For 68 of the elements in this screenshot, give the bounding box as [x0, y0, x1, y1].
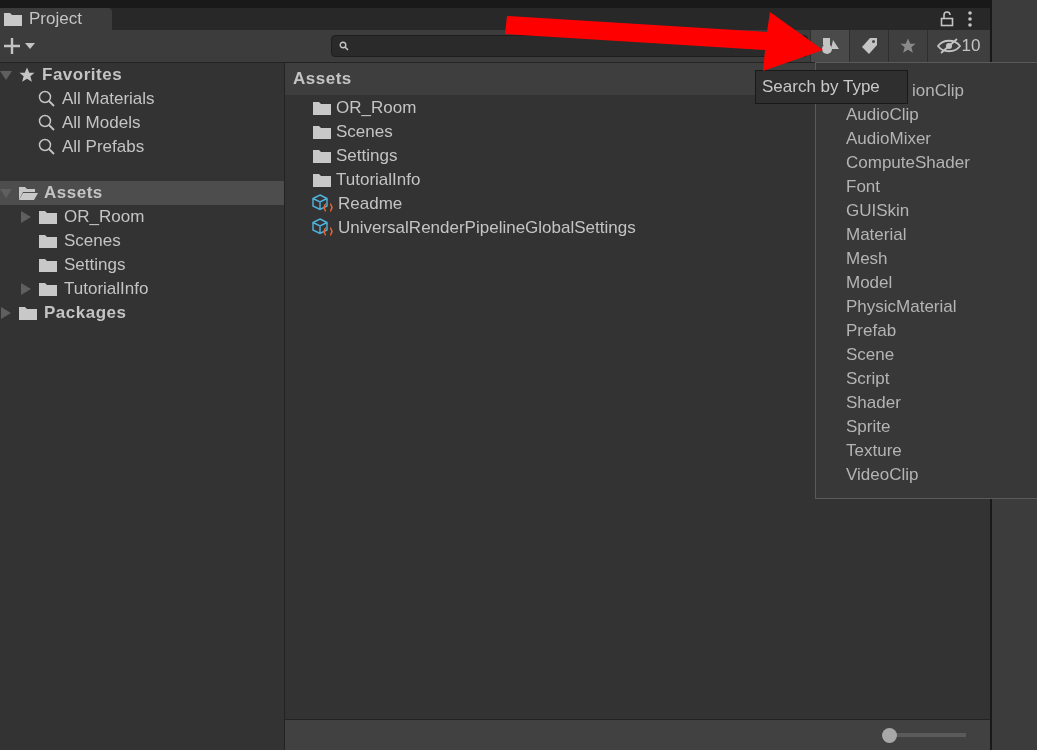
tooltip: Search by Type: [755, 70, 908, 104]
tree-label: Assets: [44, 182, 103, 205]
tree-row[interactable]: Assets: [0, 181, 284, 205]
menu-item[interactable]: Mesh: [846, 246, 888, 272]
tree-item[interactable]: Scenes: [64, 228, 121, 254]
shapes-icon: [820, 37, 840, 55]
settings-asset-icon: [312, 194, 334, 214]
menu-item[interactable]: ComputeShader: [846, 150, 970, 176]
search-icon: [38, 90, 56, 108]
menu-item[interactable]: Script: [846, 366, 890, 392]
settings-asset-icon: [312, 218, 334, 238]
asset-item[interactable]: Settings: [336, 143, 398, 169]
tree-item[interactable]: All Prefabs: [62, 134, 145, 160]
tree-label: Packages: [44, 302, 127, 325]
asset-item[interactable]: Readme: [338, 191, 403, 217]
open-folder-icon: [18, 185, 38, 201]
folder-icon: [312, 148, 332, 164]
asset-item[interactable]: OR_Room: [336, 95, 417, 121]
tree-item[interactable]: Settings: [64, 252, 126, 278]
asset-item[interactable]: Scenes: [336, 119, 393, 145]
asset-item[interactable]: TutorialInfo: [336, 167, 421, 193]
tag-icon: [860, 37, 878, 55]
tree-item[interactable]: All Models: [62, 110, 141, 136]
asset-item[interactable]: UniversalRenderPipelineGlobalSettings: [338, 215, 636, 241]
folder-icon: [38, 281, 58, 297]
menu-item[interactable]: Shader: [846, 390, 901, 416]
folder-icon: [312, 100, 332, 116]
menu-item[interactable]: Sprite: [846, 414, 891, 440]
menu-item[interactable]: Material: [846, 222, 907, 248]
folder-icon: [38, 233, 58, 249]
menu-item[interactable]: Model: [846, 270, 893, 296]
tree-item[interactable]: All Materials: [62, 86, 155, 112]
menu-item[interactable]: GUISkin: [846, 198, 910, 224]
menu-item[interactable]: AudioClip: [846, 102, 919, 128]
menu-item[interactable]: AudioMixer: [846, 126, 932, 152]
menu-item[interactable]: VideoClip: [846, 462, 919, 488]
plus-icon: [3, 37, 21, 55]
tree-row[interactable]: Favorites: [0, 63, 284, 87]
search-icon: [339, 41, 349, 51]
folder-icon: [312, 124, 332, 140]
menu-item[interactable]: Texture: [846, 438, 902, 464]
slider-thumb[interactable]: [882, 727, 897, 743]
star-icon: [899, 37, 917, 55]
folder-icon: [3, 11, 23, 27]
zoom-slider[interactable]: [882, 727, 966, 743]
tree-item[interactable]: TutorialInfo: [64, 276, 149, 302]
folder-icon: [312, 172, 332, 188]
more-options-icon[interactable]: [968, 11, 972, 27]
tree-item[interactable]: OR_Room: [64, 204, 145, 230]
lock-icon[interactable]: [940, 11, 954, 27]
search-icon: [38, 138, 56, 156]
menu-item[interactable]: Prefab: [846, 318, 897, 344]
hidden-eye-icon: [936, 38, 961, 54]
breadcrumb-title: Assets: [293, 68, 352, 91]
tree-row[interactable]: Packages: [0, 301, 284, 325]
filter-button[interactable]: [810, 30, 849, 62]
caret-icon: [25, 43, 35, 49]
menu-item[interactable]: PhysicMaterial: [846, 294, 957, 320]
folder-icon: [38, 257, 58, 273]
folder-icon: [38, 209, 58, 225]
tree-label: Favorites: [42, 64, 123, 87]
menu-item[interactable]: ionClip: [912, 78, 964, 104]
menu-item[interactable]: Font: [846, 174, 881, 200]
star-icon: [18, 66, 36, 84]
project-tab[interactable]: Project: [0, 8, 112, 30]
menu-item[interactable]: Scene: [846, 342, 895, 368]
search-icon: [38, 114, 56, 132]
folder-icon: [18, 305, 38, 321]
